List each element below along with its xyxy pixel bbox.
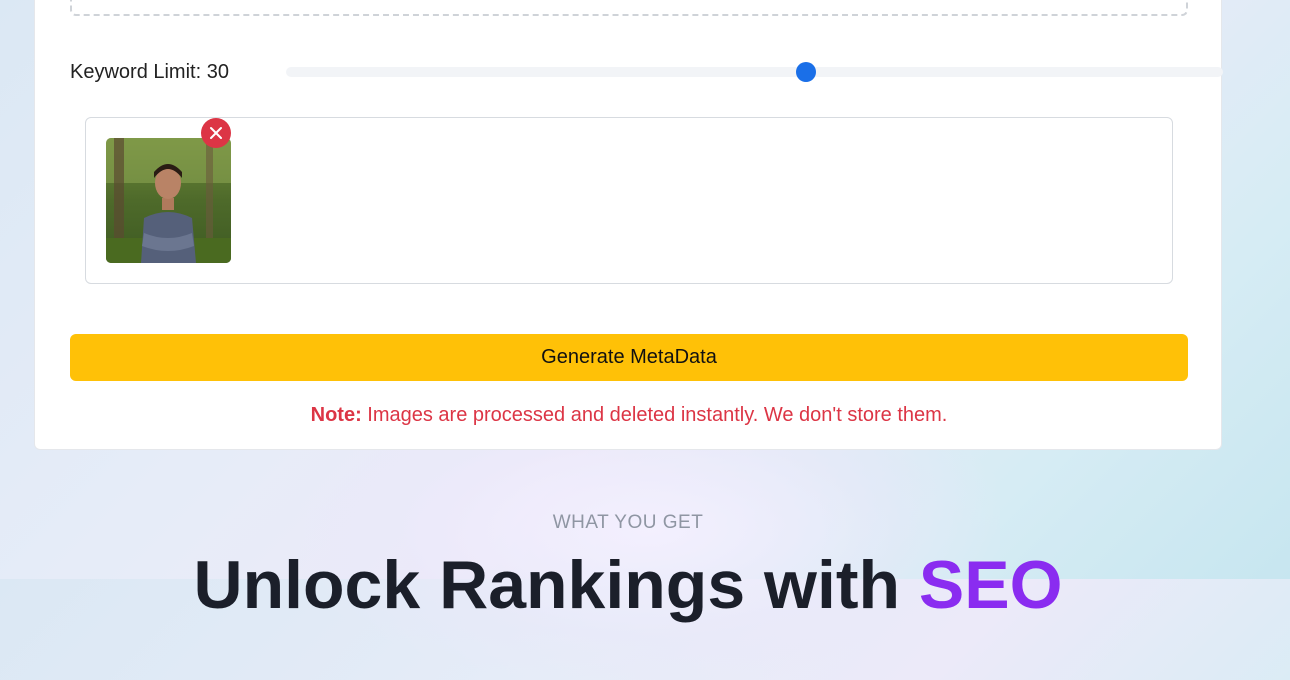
note-prefix: Note: [310, 404, 362, 426]
uploaded-photo [106, 138, 231, 263]
section-title-accent: SEO [918, 547, 1063, 623]
privacy-note: Note: Images are processed and deleted i… [70, 404, 1188, 427]
keyword-limit-row: Keyword Limit: 30 [70, 61, 1223, 83]
section-eyebrow: WHAT YOU GET [552, 512, 704, 533]
note-text: Images are processed and deleted instant… [361, 404, 948, 426]
remove-image-button[interactable] [201, 118, 231, 148]
image-dropzone[interactable] [70, 0, 1188, 16]
close-icon [210, 127, 222, 139]
section-title: Unlock Rankings with SEO [193, 547, 1063, 623]
metadata-generator-card: Keyword Limit: 30 Generate MetaData Note… [34, 0, 1223, 450]
keyword-limit-slider[interactable] [286, 62, 1223, 82]
keyword-limit-value: 30 [206, 61, 229, 83]
slider-thumb[interactable] [796, 62, 817, 82]
image-thumbnail [106, 138, 231, 263]
image-preview-area [85, 117, 1173, 284]
generate-metadata-button[interactable]: Generate MetaData [70, 334, 1188, 381]
keyword-limit-label: Keyword Limit: 30 [70, 61, 229, 83]
